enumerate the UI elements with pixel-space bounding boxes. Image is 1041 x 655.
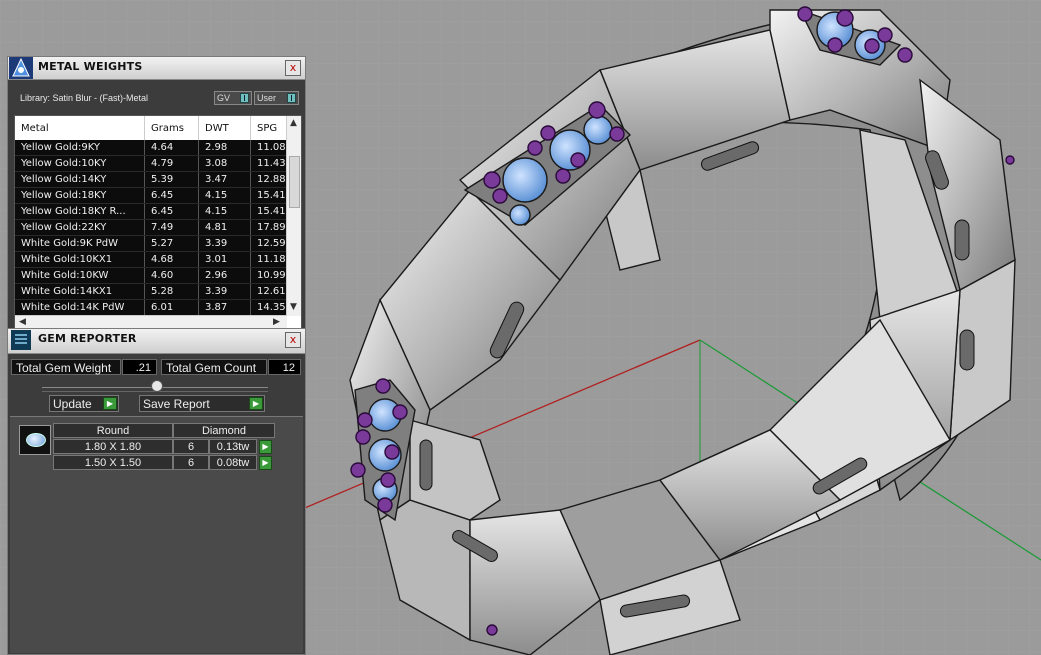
dwt-value: 3.01 [198, 251, 251, 268]
library-label: Library: Satin Blur - (Fast)-Metal [20, 93, 149, 103]
metal-weights-body: Library: Satin Blur - (Fast)-Metal GV Us… [8, 80, 305, 331]
metal-weights-titlebar[interactable]: METAL WEIGHTS x [8, 57, 305, 80]
update-button[interactable]: Update ▶ [49, 395, 119, 412]
splitter-handle[interactable] [151, 380, 163, 392]
column-header-dwt[interactable]: DWT [198, 116, 251, 140]
dwt-value: 4.81 [198, 219, 251, 236]
metal-name: White Gold:10KX1 [15, 251, 145, 268]
vertical-scrollbar[interactable]: ▲ ▼ [286, 116, 301, 316]
metal-name: Yellow Gold:10KY [15, 155, 145, 172]
table-row[interactable]: White Gold:9K PdW 5.27 3.39 12.59 [15, 235, 298, 252]
dwt-value: 2.96 [198, 267, 251, 284]
close-icon[interactable]: x [285, 332, 301, 348]
select-gems-button[interactable]: ▶ [259, 440, 272, 454]
scroll-right-icon[interactable]: ▶ [273, 317, 280, 327]
total-gem-weight-label: Total Gem Weight [11, 359, 121, 375]
user-toggle[interactable]: User [254, 91, 299, 105]
grams-value: 6.45 [144, 187, 199, 204]
dwt-value: 4.15 [198, 187, 251, 204]
toggle-switch-icon [240, 93, 249, 103]
column-header-grams[interactable]: Grams [144, 116, 199, 140]
grams-value: 5.28 [144, 283, 199, 300]
gem-count: 6 [173, 455, 209, 470]
select-gems-button[interactable]: ▶ [259, 456, 272, 470]
gem-weight: 0.08tw [209, 455, 257, 470]
gem-reporter-panel: GEM REPORTER x Total Gem Weight .21 Tota… [7, 328, 306, 655]
metal-weights-panel: METAL WEIGHTS x Library: Satin Blur - (F… [7, 56, 306, 331]
dwt-value: 3.47 [198, 171, 251, 188]
gv-toggle[interactable]: GV [214, 91, 252, 105]
play-icon: ▶ [103, 397, 117, 410]
grams-value: 4.68 [144, 251, 199, 268]
gem-weight: 0.13tw [209, 439, 257, 454]
grams-value: 6.01 [144, 299, 199, 316]
gem-reporter-title: GEM REPORTER [38, 332, 137, 345]
gem-report-icon [11, 330, 31, 350]
scroll-down-icon[interactable]: ▼ [290, 302, 297, 312]
dwt-value: 4.15 [198, 203, 251, 220]
total-gem-count-label: Total Gem Count [161, 359, 267, 375]
table-row[interactable]: White Gold:14K PdW 6.01 3.87 14.35 [15, 299, 298, 316]
grams-value: 4.60 [144, 267, 199, 284]
dwt-value: 3.87 [198, 299, 251, 316]
metal-weights-title: METAL WEIGHTS [38, 60, 143, 73]
round-gem-thumbnail[interactable] [19, 425, 51, 455]
play-icon: ▶ [249, 397, 263, 410]
column-header-metal[interactable]: Metal [15, 116, 145, 140]
metal-name: White Gold:14K PdW [15, 299, 145, 316]
grams-value: 6.45 [144, 203, 199, 220]
metal-name: White Gold:10KW [15, 267, 145, 284]
gem-list: Round Diamond 1.80 X 1.80 6 0.13tw ▶ 1.5… [10, 416, 303, 653]
table-row[interactable]: Yellow Gold:18KY 6.45 4.15 15.41 [15, 187, 298, 204]
dwt-value: 2.98 [198, 140, 251, 156]
table-row[interactable]: Yellow Gold:18KY R... 6.45 4.15 15.41 [15, 203, 298, 220]
gem-size: 1.50 X 1.50 [53, 455, 173, 470]
gem-shape-header: Round [53, 423, 173, 438]
update-label: Update [53, 397, 92, 411]
total-gem-count-value: 12 [268, 359, 301, 375]
gem-type-header: Diamond [173, 423, 275, 438]
scrollbar-thumb[interactable] [289, 156, 300, 208]
grams-value: 4.64 [144, 140, 199, 156]
total-gem-weight-value: .21 [122, 359, 157, 375]
metal-name: White Gold:14KX1 [15, 283, 145, 300]
toggle-switch-icon [287, 93, 296, 103]
gv-toggle-label: GV [217, 93, 231, 103]
gem-size: 1.80 X 1.80 [53, 439, 173, 454]
dwt-value: 3.39 [198, 235, 251, 252]
metal-name: Yellow Gold:9KY [15, 140, 145, 156]
grams-value: 7.49 [144, 219, 199, 236]
close-icon[interactable]: x [285, 60, 301, 76]
metal-name: White Gold:9K PdW [15, 235, 145, 252]
save-report-label: Save Report [143, 397, 210, 411]
save-report-button[interactable]: Save Report ▶ [139, 395, 265, 412]
table-row[interactable]: White Gold:10KW 4.60 2.96 10.99 [15, 267, 298, 284]
metal-name: Yellow Gold:22KY [15, 219, 145, 236]
gem-count: 6 [173, 439, 209, 454]
round-gem-icon [26, 433, 46, 447]
metal-weights-table[interactable]: Metal Grams DWT SPG Yellow Gold:9KY 4.64 2… [14, 115, 302, 331]
flask-icon [9, 57, 33, 79]
table-row[interactable]: Yellow Gold:9KY 4.64 2.98 11.08 [15, 140, 298, 156]
scroll-left-icon[interactable]: ◀ [19, 317, 26, 327]
metal-name: Yellow Gold:14KY [15, 171, 145, 188]
grams-value: 5.39 [144, 171, 199, 188]
table-row[interactable]: White Gold:14KX1 5.28 3.39 12.61 [15, 283, 298, 300]
scroll-up-icon[interactable]: ▲ [290, 118, 297, 128]
user-toggle-label: User [257, 93, 277, 103]
dwt-value: 3.39 [198, 283, 251, 300]
table-row[interactable]: Yellow Gold:22KY 7.49 4.81 17.89 [15, 219, 298, 236]
table-row[interactable]: Yellow Gold:10KY 4.79 3.08 11.43 [15, 155, 298, 172]
metal-name: Yellow Gold:18KY [15, 187, 145, 204]
table-row[interactable]: Yellow Gold:14KY 5.39 3.47 12.88 [15, 171, 298, 188]
gem-reporter-titlebar[interactable]: GEM REPORTER x [8, 329, 305, 354]
grams-value: 5.27 [144, 235, 199, 252]
table-row[interactable]: White Gold:10KX1 4.68 3.01 11.18 [15, 251, 298, 268]
metal-name: Yellow Gold:18KY R... [15, 203, 145, 220]
grams-value: 4.79 [144, 155, 199, 172]
dwt-value: 3.08 [198, 155, 251, 172]
